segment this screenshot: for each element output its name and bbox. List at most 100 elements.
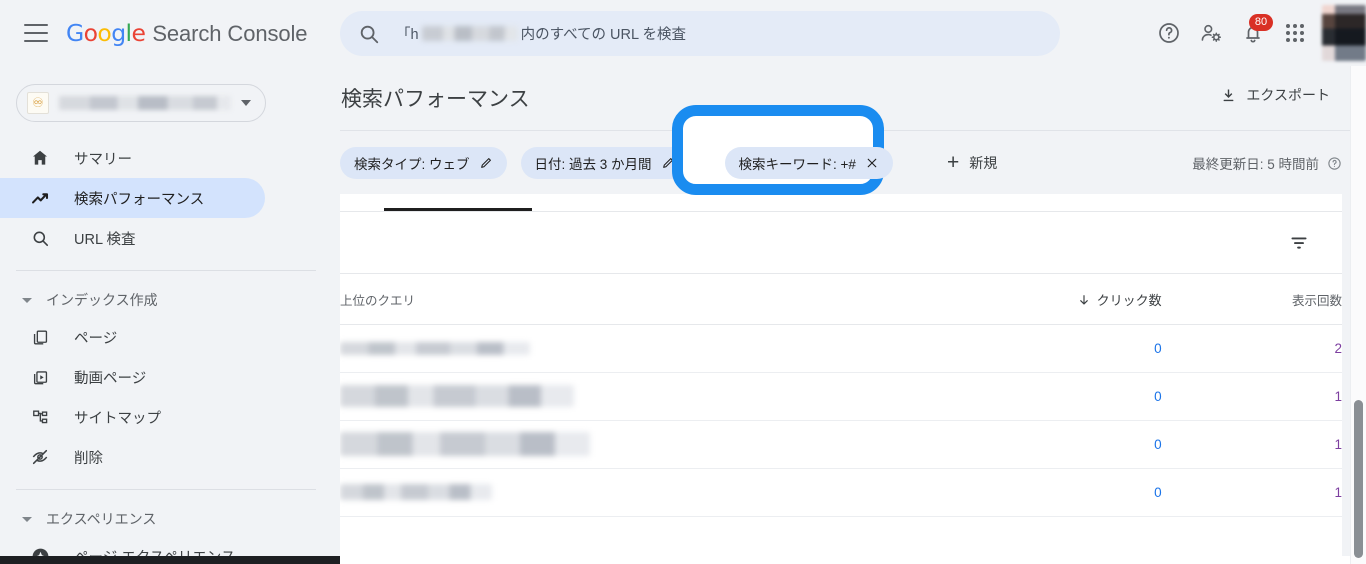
table-row[interactable]: 0 1 — [340, 420, 1342, 469]
redacted-query — [340, 341, 530, 355]
active-tab-indicator — [384, 208, 532, 211]
cell-clicks: 0 — [961, 468, 1162, 517]
video-page-icon — [28, 365, 52, 389]
column-header-clicks[interactable]: クリック数 — [961, 274, 1162, 325]
avatar[interactable] — [1322, 5, 1366, 61]
cell-impressions: 1 — [1161, 372, 1342, 421]
table-row[interactable]: 0 2 — [340, 324, 1342, 373]
help-circle-icon[interactable] — [1327, 156, 1342, 171]
cell-query[interactable] — [340, 324, 962, 373]
search-placeholder: 「h 内のすべての URL を検査 — [396, 23, 686, 44]
sidebar-item-label: 動画ページ — [74, 370, 147, 387]
search-prefix: 「h — [396, 27, 419, 43]
search-suffix: 内のすべての URL を検査 — [520, 27, 687, 43]
export-button[interactable]: エクスポート — [1220, 85, 1330, 105]
property-selector[interactable]: ♾ — [16, 84, 266, 122]
queries-table: 上位のクエリ クリック数 表示回数 0 2 0 1 0 1 0 1 — [340, 274, 1342, 517]
close-icon[interactable] — [865, 156, 879, 170]
search-console-app: Google Search Console 「h 内のすべての URL を検査 — [0, 0, 1366, 564]
search-icon — [358, 23, 380, 45]
query-table-card: 上位のクエリ クリック数 表示回数 0 2 0 1 0 1 0 1 — [340, 194, 1342, 564]
column-header-query[interactable]: 上位のクエリ — [340, 274, 962, 325]
filter-chip-search-keyword[interactable]: 検索キーワード: +# — [724, 146, 893, 179]
sidebar-item-removals[interactable]: 削除 — [0, 437, 265, 477]
table-header: 上位のクエリ クリック数 表示回数 — [340, 274, 1342, 325]
download-icon — [1220, 87, 1237, 104]
cell-impressions: 2 — [1161, 324, 1342, 373]
vertical-scrollbar[interactable] — [1350, 66, 1366, 564]
table-toolbar — [340, 212, 1342, 274]
arrow-down-icon — [1077, 293, 1091, 307]
table-header-row: 上位のクエリ クリック数 表示回数 — [340, 274, 1342, 325]
product-name: Search Console — [152, 21, 308, 46]
cell-clicks: 0 — [961, 372, 1162, 421]
hamburger-icon[interactable] — [24, 24, 48, 42]
apps-grid-dots — [1286, 24, 1304, 42]
sidebar-item-sitemaps[interactable]: サイトマップ — [0, 397, 265, 437]
brand-logo[interactable]: Google Search Console — [66, 19, 308, 47]
sidebar-item-label: 検索パフォーマンス — [74, 191, 205, 208]
pencil-icon[interactable] — [479, 156, 493, 170]
table-row[interactable]: 0 1 — [340, 372, 1342, 421]
vertical-scrollbar-thumb[interactable] — [1354, 400, 1363, 558]
sidebar-item-video-pages[interactable]: 動画ページ — [0, 357, 265, 397]
page-header: 検索パフォーマンス エクスポート — [340, 66, 1366, 130]
plus-icon: + — [946, 151, 960, 174]
last-update-label: 最終更新日: 5 時間前 — [1192, 157, 1319, 172]
sidebar-group-label: エクスペリエンス — [46, 511, 157, 527]
sidebar-item-pages[interactable]: ページ — [0, 317, 265, 357]
eye-off-icon — [28, 445, 52, 469]
filter-chip-search-type[interactable]: 検索タイプ: ウェブ — [340, 146, 507, 179]
redacted-query — [340, 484, 492, 500]
sidebar-item-label: URL 検査 — [74, 231, 136, 248]
column-header-label: クリック数 — [1096, 293, 1162, 308]
bottom-bar — [0, 556, 340, 564]
filter-chip-label: 検索キーワード: +# — [738, 156, 856, 172]
table-body: 0 2 0 1 0 1 0 1 — [340, 324, 1342, 517]
cell-query[interactable] — [340, 372, 962, 421]
site-favicon-icon: ♾ — [27, 92, 49, 114]
column-header-impressions[interactable]: 表示回数 — [1161, 274, 1342, 325]
notifications-badge: 80 — [1249, 14, 1273, 31]
sidebar-item-label: サマリー — [74, 151, 132, 168]
pencil-icon[interactable] — [661, 156, 675, 170]
account-settings-icon[interactable] — [1190, 12, 1232, 54]
filter-chip-label: 検索タイプ: ウェブ — [354, 156, 470, 172]
sidebar-item-url-inspection[interactable]: URL 検査 — [0, 218, 265, 258]
sidebar-group-indexing[interactable]: インデックス作成 — [0, 283, 340, 317]
filter-chip-date[interactable]: 日付: 過去 3 か月間 — [520, 146, 689, 179]
bottom-pad — [340, 556, 1350, 564]
funnel-icon[interactable] — [1288, 232, 1310, 254]
filter-bar: 検索タイプ: ウェブ 日付: 過去 3 か月間 検索キーワード: +# + 新規… — [340, 105, 1366, 195]
cell-query[interactable] — [340, 420, 962, 469]
sidebar-group-label: インデックス作成 — [46, 292, 158, 308]
help-icon[interactable] — [1148, 12, 1190, 54]
chevron-down-icon — [22, 516, 32, 522]
chevron-down-icon — [22, 297, 32, 303]
table-row[interactable]: 0 1 — [340, 468, 1342, 517]
property-name-redacted — [59, 96, 231, 110]
new-filter-label: 新規 — [969, 154, 998, 171]
url-inspection-search[interactable]: 「h 内のすべての URL を検査 — [340, 11, 1060, 56]
sidebar-divider — [16, 270, 316, 271]
export-label: エクスポート — [1246, 87, 1330, 103]
page-title: 検索パフォーマンス — [341, 88, 530, 111]
filter-chip-label: 日付: 過去 3 か月間 — [534, 156, 652, 172]
new-filter-button[interactable]: + 新規 — [947, 152, 997, 173]
apps-grid-icon[interactable] — [1274, 12, 1316, 54]
last-update-info: 最終更新日: 5 時間前 — [1192, 153, 1342, 173]
sidebar-item-label: サイトマップ — [74, 410, 161, 427]
sidebar-item-search-performance[interactable]: 検索パフォーマンス — [0, 178, 265, 218]
cell-query[interactable] — [340, 468, 962, 517]
notifications-bell-icon[interactable]: 80 — [1232, 12, 1274, 54]
sidebar-group-experience[interactable]: エクスペリエンス — [0, 502, 340, 536]
trending-up-icon — [28, 186, 52, 210]
sidebar-item-summary[interactable]: サマリー — [0, 138, 265, 178]
top-bar-actions: 80 — [1148, 0, 1366, 66]
google-wordmark: Google — [66, 19, 146, 47]
pages-icon — [28, 325, 52, 349]
redacted-domain — [421, 26, 518, 41]
sidebar: ♾ サマリー 検索パフォーマンス URL 検査 インデックス作成 ページ 動画ペ… — [0, 66, 340, 564]
sitemap-icon — [28, 405, 52, 429]
sidebar-item-label: ページ — [74, 330, 118, 347]
